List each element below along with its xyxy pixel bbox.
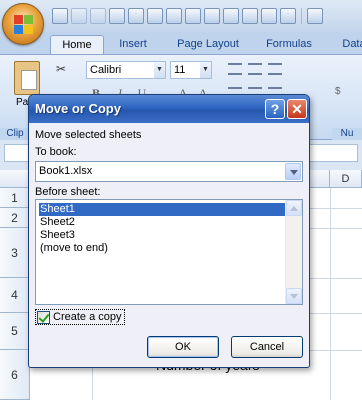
- help-icon: ?: [270, 101, 280, 117]
- font-size-combo[interactable]: 11 ▼: [170, 61, 212, 79]
- ribbon-tabs: Home Insert Page Layout Formulas Data: [0, 32, 362, 54]
- move-or-copy-dialog: Move or Copy ? ✕ Move selected sheets To…: [28, 94, 310, 368]
- table-icon[interactable]: [242, 8, 258, 24]
- select-all-corner[interactable]: [0, 170, 30, 188]
- create-copy-label[interactable]: Create a copy: [53, 311, 121, 323]
- chevron-down-icon[interactable]: ▼: [200, 62, 211, 78]
- redo-icon[interactable]: [90, 8, 106, 24]
- to-book-label: To book:: [35, 146, 77, 158]
- to-book-select[interactable]: Book1.xlsx: [35, 161, 303, 182]
- chart-icon[interactable]: [223, 8, 239, 24]
- macro-icon[interactable]: [261, 8, 277, 24]
- tab-data[interactable]: Data: [334, 35, 362, 54]
- paste-button-label[interactable]: Pa: [16, 97, 28, 108]
- new-icon[interactable]: [166, 8, 182, 24]
- row-header-3[interactable]: 3: [0, 228, 30, 278]
- instruction-text: Move selected sheets: [35, 129, 142, 141]
- scroll-down-icon[interactable]: [286, 288, 302, 304]
- gridline: [330, 188, 331, 400]
- align-middle-icon[interactable]: [248, 63, 262, 75]
- chevron-down-icon[interactable]: [285, 163, 301, 180]
- list-item[interactable]: Sheet2: [39, 216, 285, 229]
- before-sheet-listbox[interactable]: Sheet1 Sheet2 Sheet3 (move to end): [35, 199, 303, 305]
- column-header-d[interactable]: D: [330, 170, 362, 188]
- select-icon[interactable]: [185, 8, 201, 24]
- cut-icon[interactable]: ✂: [56, 62, 66, 76]
- create-copy-checkbox-row[interactable]: Create a copy: [35, 309, 126, 325]
- open-icon[interactable]: [147, 8, 163, 24]
- font-name-combo[interactable]: Calibri ▼: [86, 61, 166, 79]
- customize-toolbar-icon[interactable]: [307, 8, 323, 24]
- row-header-6[interactable]: 6: [0, 350, 30, 400]
- row-header-1[interactable]: 1: [0, 188, 30, 208]
- tab-page-layout[interactable]: Page Layout: [168, 35, 248, 54]
- chevron-down-icon[interactable]: ▼: [154, 62, 165, 78]
- tab-insert[interactable]: Insert: [110, 35, 156, 54]
- row-header-2[interactable]: 2: [0, 208, 30, 228]
- dialog-title: Move or Copy: [35, 101, 121, 116]
- save-icon[interactable]: [52, 8, 68, 24]
- ok-button[interactable]: OK: [147, 336, 219, 358]
- listbox-scrollbar[interactable]: [285, 200, 302, 304]
- scroll-up-icon[interactable]: [286, 200, 302, 216]
- row-header-5[interactable]: 5: [0, 313, 30, 350]
- network-icon[interactable]: [280, 8, 296, 24]
- cancel-button[interactable]: Cancel: [231, 336, 303, 358]
- create-copy-checkbox[interactable]: [37, 310, 50, 324]
- before-sheet-label: Before sheet:: [35, 186, 101, 198]
- office-logo-icon: [14, 15, 34, 35]
- camera-icon[interactable]: [204, 8, 220, 24]
- undo-icon[interactable]: [71, 8, 87, 24]
- form-icon[interactable]: [128, 8, 144, 24]
- tab-formulas[interactable]: Formulas: [258, 35, 320, 54]
- help-button[interactable]: ?: [265, 99, 285, 119]
- currency-icon[interactable]: $: [335, 86, 341, 97]
- align-top-icon[interactable]: [228, 63, 242, 75]
- list-item[interactable]: Sheet3: [39, 229, 285, 242]
- list-item[interactable]: Sheet1: [39, 203, 285, 216]
- title-bar: [0, 0, 362, 32]
- dialog-title-bar[interactable]: Move or Copy ? ✕: [29, 95, 309, 123]
- row-header-4[interactable]: 4: [0, 278, 30, 313]
- clipboard-group-label: Clip: [0, 128, 30, 140]
- font-name-value: Calibri: [90, 64, 122, 76]
- to-book-value: Book1.xlsx: [39, 165, 93, 177]
- print-preview-icon[interactable]: [109, 8, 125, 24]
- paste-icon[interactable]: [14, 61, 40, 95]
- close-icon: ✕: [291, 101, 303, 117]
- align-bottom-icon[interactable]: [268, 63, 282, 75]
- close-button[interactable]: ✕: [287, 99, 307, 119]
- font-size-value: 11: [174, 64, 186, 76]
- toolbar-separator: [301, 8, 302, 24]
- office-button[interactable]: [2, 3, 44, 45]
- tab-home[interactable]: Home: [50, 35, 104, 54]
- quick-access-toolbar: [52, 6, 323, 26]
- number-group-label: Nu: [332, 128, 362, 140]
- list-item[interactable]: (move to end): [39, 242, 285, 255]
